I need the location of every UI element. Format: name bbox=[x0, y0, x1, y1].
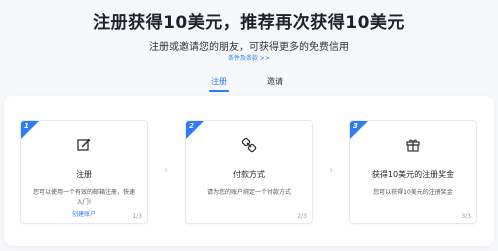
step-card-payment: 2 付款方式 请为您的账户绑定一个付款方式 2/3 bbox=[185, 120, 313, 224]
page-subtitle: 注册或邀请您的朋友，可获得更多的免费信用 bbox=[149, 42, 349, 53]
step-number: 3 bbox=[353, 122, 358, 130]
step-progress: 3/3 bbox=[461, 213, 471, 220]
step-card-register: 1 注册 您可以使用一个有效的邮箱注册，快速入门! 创建账户 1/3 bbox=[20, 120, 148, 224]
tab-register[interactable]: 注册 bbox=[211, 76, 227, 87]
step-title: 获得10美元的注册奖金 bbox=[371, 170, 455, 179]
step-card-bonus: 3 获得10美元的注册奖金 您可以获得10美元的注册奖金 3/3 bbox=[349, 120, 477, 224]
chevron-right-icon: › bbox=[164, 165, 168, 176]
create-account-link[interactable]: 创建账户 bbox=[21, 209, 147, 218]
active-tab-indicator bbox=[209, 90, 229, 92]
step-number: 2 bbox=[189, 122, 194, 130]
step-progress: 1/3 bbox=[132, 213, 142, 220]
step-progress: 2/3 bbox=[297, 213, 307, 220]
step-title: 付款方式 bbox=[233, 170, 265, 179]
step-title: 注册 bbox=[76, 170, 92, 179]
terms-link[interactable]: 条件及条款 >> bbox=[0, 53, 498, 62]
gift-icon bbox=[405, 137, 421, 153]
page-title: 注册获得10美元，推荐再次获得10美元 bbox=[93, 13, 405, 33]
link-icon bbox=[241, 137, 257, 153]
tab-bar: 注册 邀请 bbox=[0, 76, 498, 96]
step-description: 您可以使用一个有效的邮箱注册，快速入门! bbox=[33, 189, 136, 206]
step-description: 您可以获得10美元的注册奖金 bbox=[373, 189, 453, 196]
step-description: 请为您的账户绑定一个付款方式 bbox=[206, 189, 291, 196]
tab-invite[interactable]: 邀请 bbox=[267, 76, 283, 87]
step-number: 1 bbox=[24, 122, 29, 130]
edit-icon bbox=[76, 137, 92, 153]
chevron-right-icon: › bbox=[329, 165, 333, 176]
steps-panel: 1 注册 您可以使用一个有效的邮箱注册，快速入门! 创建账户 1/3 › 2 付… bbox=[4, 96, 494, 246]
